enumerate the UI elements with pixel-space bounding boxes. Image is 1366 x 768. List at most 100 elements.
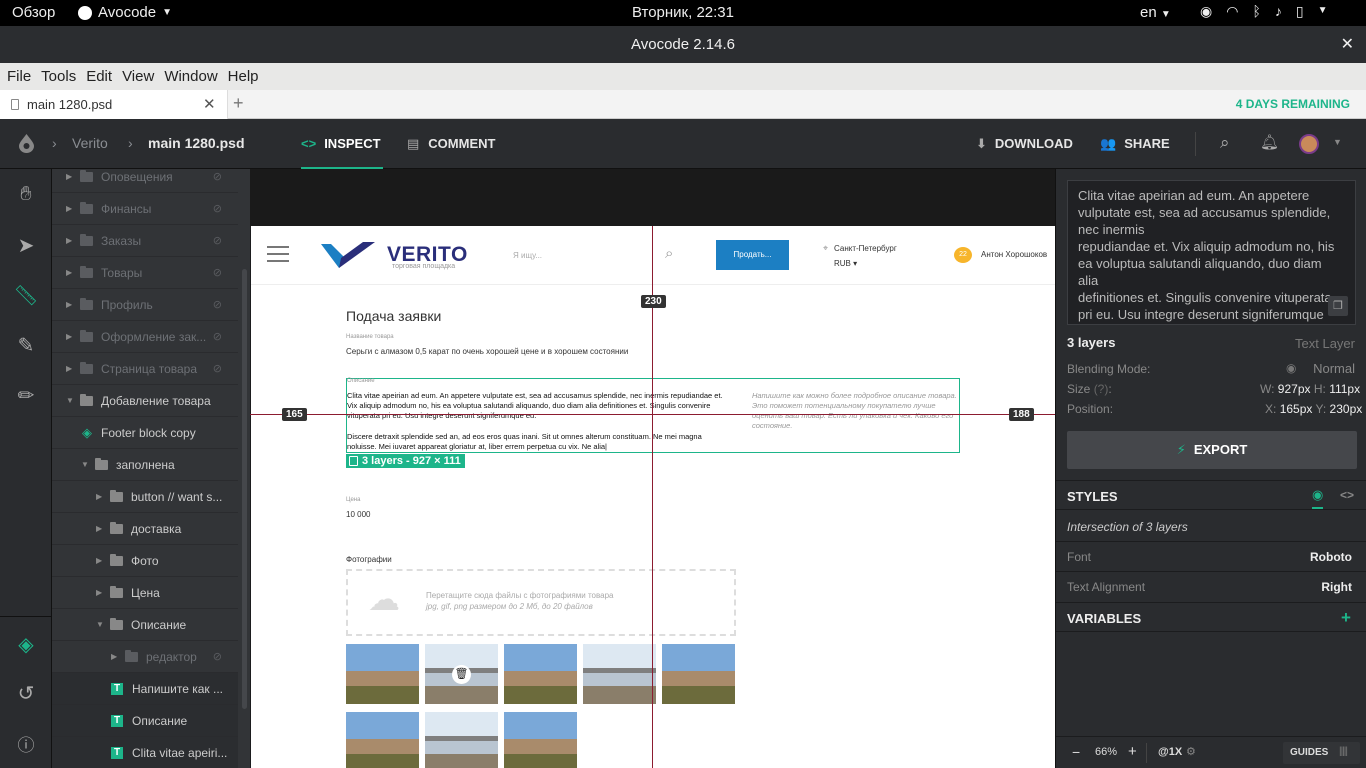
measure-guide-horizontal	[250, 414, 1055, 415]
folder-icon	[80, 169, 93, 182]
download-button[interactable]: ⬇ DOWNLOAD	[976, 136, 1073, 152]
history-icon[interactable]: ↺	[0, 681, 52, 706]
layer-row[interactable]: ▶ Профиль ⊘	[52, 289, 238, 321]
scale-select[interactable]: @1X	[1158, 746, 1182, 758]
avatar[interactable]	[1299, 134, 1319, 154]
menu-view[interactable]: View	[122, 68, 154, 85]
selection-size-tag: 3 layers - 927 × 111	[346, 454, 465, 468]
hidden-eye-icon: ⊘	[212, 651, 222, 663]
eye-icon[interactable]: ◉	[1312, 487, 1324, 509]
artboard-header-band	[250, 169, 1055, 226]
gear-icon[interactable]: ⚙	[1186, 745, 1196, 758]
layer-row[interactable]: ◈ Footer block copy	[52, 417, 238, 449]
photo-thumbnail	[425, 712, 498, 768]
layer-row[interactable]: T Описание	[52, 705, 238, 737]
tab-comment[interactable]: ▤ COMMENT	[407, 136, 495, 152]
layer-row[interactable]: ▶ Заказы ⊘	[52, 225, 238, 257]
font-value[interactable]: Roboto	[1310, 550, 1352, 564]
hand-tool-icon[interactable]: ✋︎	[0, 183, 52, 206]
document-tabs: main 1280.psd ✕ + 4 DAYS REMAINING	[0, 90, 1366, 119]
measure-tool-icon[interactable]: 📏︎	[0, 283, 52, 308]
layer-row[interactable]: ▶ Оповещения ⊘	[52, 169, 238, 193]
copy-icon[interactable]: ❐	[1328, 296, 1348, 316]
logo-subtitle: торговая площадка	[392, 263, 456, 270]
layer-row[interactable]: ▶ button // want s...	[52, 481, 238, 513]
eyedropper-tool-icon[interactable]: ✎	[0, 333, 52, 358]
layers-panel: ▶ Оповещения ⊘ ▶ Финансы ⊘ ▶ Заказы ⊘ ▶ Товары ⊘…	[52, 169, 250, 768]
alignment-label: Text Alignment	[1067, 580, 1146, 594]
layer-row[interactable]: ▶ доставка	[52, 513, 238, 545]
folder-icon	[110, 585, 123, 598]
layer-row[interactable]: ▶ Фото	[52, 545, 238, 577]
new-tab-button[interactable]: +	[233, 93, 244, 114]
sell-button: Продать...	[716, 240, 789, 270]
avocode-logo-icon[interactable]	[19, 134, 34, 153]
menu-help[interactable]: Help	[228, 68, 259, 85]
zoom-out-button[interactable]: −	[1072, 744, 1080, 760]
user-name: Антон Хорошоков	[981, 250, 1048, 259]
layers-scrollbar[interactable]	[242, 269, 247, 709]
zoom-in-button[interactable]: +	[1128, 743, 1137, 760]
eye-icon[interactable]: ◉	[1286, 361, 1296, 375]
zoom-value[interactable]: 66%	[1095, 746, 1117, 758]
guides-toggle[interactable]: GUIDES |||||	[1283, 742, 1360, 764]
divider	[1056, 541, 1366, 542]
styles-section-header[interactable]: STYLES ◉ <>	[1056, 480, 1366, 510]
layer-row[interactable]: ▼ заполнена	[52, 449, 238, 481]
layer-row[interactable]: ▶ Цена	[52, 577, 238, 609]
layer-row[interactable]: ▼ Описание	[52, 609, 238, 641]
layer-row[interactable]: ▶ Финансы ⊘	[52, 193, 238, 225]
code-icon[interactable]: <>	[1340, 488, 1354, 502]
layer-row[interactable]: T Напишите как ...	[52, 673, 238, 705]
brush-tool-icon[interactable]: ✏︎	[0, 383, 52, 408]
layer-stack-icon: ◈	[82, 424, 92, 440]
dropzone-line-2: jpg, gif, png размером до 2 Мб, до 20 фа…	[426, 602, 593, 611]
folder-icon	[110, 489, 123, 502]
alignment-value[interactable]: Right	[1321, 580, 1352, 594]
layer-row[interactable]: ▶ Оформление зак... ⊘	[52, 321, 238, 353]
layers-icon[interactable]: ◈	[0, 632, 52, 657]
layers-icon	[349, 456, 358, 466]
system-tray[interactable]: ◉ ◠ ᛒ ♪ ▯ ▼	[1200, 3, 1327, 20]
photo-thumbnail	[346, 644, 419, 704]
layer-row[interactable]: ▼ Добавление товара	[52, 385, 238, 417]
folder-icon	[80, 265, 93, 278]
trial-remaining[interactable]: 4 DAYS REMAINING	[1236, 97, 1350, 111]
layer-row[interactable]: ▶ редактор ⊘	[52, 641, 238, 673]
search-icon[interactable]: ⌕	[1220, 133, 1230, 153]
layer-row[interactable]: ▶ Товары ⊘	[52, 257, 238, 289]
font-label: Font	[1067, 550, 1092, 564]
folder-icon	[80, 297, 93, 310]
language-switcher[interactable]: en ▼	[1140, 4, 1171, 21]
menu-tools[interactable]: Tools	[41, 68, 76, 85]
export-button[interactable]: ⚡︎ EXPORT	[1067, 431, 1357, 469]
chevron-down-icon[interactable]: ▼	[1333, 137, 1342, 147]
menu-file[interactable]: File	[7, 68, 31, 85]
menu-window[interactable]: Window	[164, 68, 217, 85]
text-layer-icon: T	[111, 714, 123, 727]
add-icon[interactable]: +	[1341, 608, 1351, 628]
variables-section-header[interactable]: VARIABLES +	[1056, 602, 1366, 632]
select-tool-icon[interactable]: ➤	[0, 233, 52, 258]
ruler-icon: |||||	[1339, 746, 1348, 757]
comment-icon: ▤	[407, 136, 420, 151]
layer-row[interactable]: ▶ Страница товара ⊘	[52, 353, 238, 385]
text-content-box[interactable]: Clita vitae apeirian ad eum. An appetere…	[1067, 180, 1356, 325]
breadcrumb-project[interactable]: Verito	[72, 135, 108, 151]
menu-edit[interactable]: Edit	[86, 68, 112, 85]
tab-close-button[interactable]: ✕	[203, 95, 216, 113]
tab-inspect[interactable]: <> INSPECT	[301, 119, 383, 169]
text-layer-icon: T	[111, 746, 123, 759]
info-icon[interactable]: ⓘ	[0, 731, 52, 756]
bell-icon[interactable]: 🔔︎	[1260, 133, 1279, 151]
measure-top-label: 230	[641, 295, 666, 308]
breadcrumb-file[interactable]: main 1280.psd	[148, 135, 245, 151]
layer-row[interactable]: T Clita vitae apeiri...	[52, 737, 238, 768]
share-button[interactable]: 👥 SHARE	[1100, 136, 1170, 152]
window-close-button[interactable]: ✕	[1341, 26, 1354, 63]
guides-label: GUIDES	[1290, 747, 1329, 758]
verito-logo-icon	[321, 242, 375, 268]
tab-main-psd[interactable]: main 1280.psd ✕	[0, 90, 228, 119]
hidden-eye-icon: ⊘	[212, 331, 222, 343]
hidden-eye-icon: ⊘	[212, 267, 222, 279]
